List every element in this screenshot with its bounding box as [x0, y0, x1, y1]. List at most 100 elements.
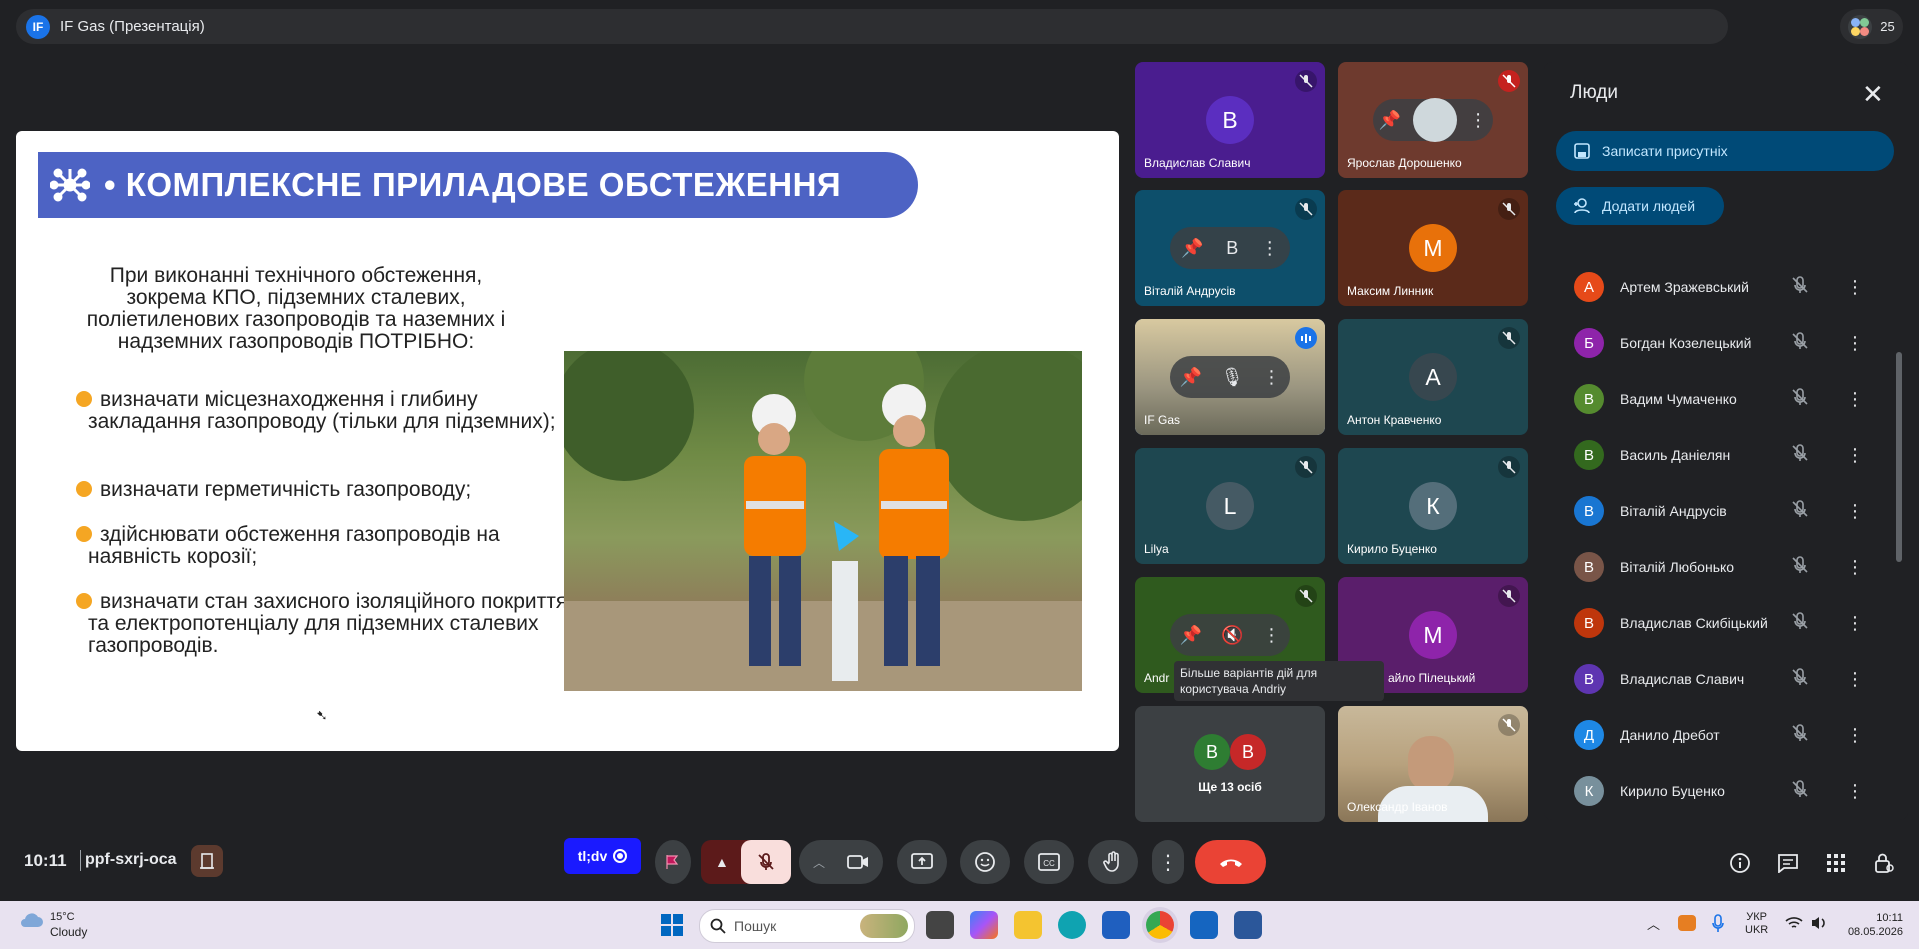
participant-tile[interactable]: 📌 ⋮ Ярослав Дорошенко [1338, 62, 1528, 178]
cloud-icon [21, 913, 43, 927]
pin-icon[interactable]: 📌 [1181, 238, 1203, 259]
windows-start-icon[interactable] [660, 913, 684, 937]
participant-row[interactable]: В Владислав Скибіцький ⋮ [1556, 595, 1896, 651]
more-options-icon[interactable]: ⋮ [1846, 781, 1864, 802]
host-lock-icon[interactable] [1871, 850, 1897, 876]
chat-icon[interactable] [1775, 850, 1801, 876]
chevron-up-icon[interactable]: ︿ [813, 854, 825, 871]
participant-row[interactable]: Д Данило Дребот ⋮ [1556, 707, 1896, 763]
task-view-icon[interactable] [926, 911, 954, 939]
reactions-button[interactable] [960, 840, 1010, 884]
system-clock[interactable]: 10:11 08.05.2026 [1841, 911, 1903, 939]
host-controls-icon[interactable] [191, 845, 223, 877]
participant-avatar: В [1230, 734, 1266, 770]
activities-icon[interactable] [1823, 850, 1849, 876]
pin-icon[interactable]: 📌 [1179, 367, 1201, 388]
chrome-browser-icon[interactable] [1146, 911, 1174, 939]
participant-row[interactable]: В Віталій Андрусів ⋮ [1556, 483, 1896, 539]
mic-off-icon[interactable] [1790, 275, 1810, 300]
keyboard-language[interactable]: УКР UKR [1745, 911, 1768, 937]
meeting-info-icon[interactable] [1727, 850, 1753, 876]
remote-desktop-icon[interactable] [1190, 911, 1218, 939]
participant-tile[interactable]: К Кирило Буценко [1338, 448, 1528, 564]
mic-off-icon[interactable] [1790, 779, 1810, 804]
close-icon[interactable]: ✕ [1862, 81, 1884, 107]
participant-row[interactable]: А Артем Зражевський ⋮ [1556, 259, 1896, 315]
people-list-scrollbar[interactable] [1896, 352, 1902, 562]
more-options-icon[interactable]: ⋮ [1263, 367, 1281, 388]
participant-row[interactable]: В Владислав Славич ⋮ [1556, 651, 1896, 707]
mic-icon[interactable]: 🎙 [1221, 367, 1244, 388]
tray-app-icon[interactable] [1678, 915, 1696, 931]
pin-icon[interactable]: 📌 [1379, 110, 1401, 131]
mic-off-icon[interactable] [1790, 555, 1810, 580]
participant-row[interactable]: В Вадим Чумаченко ⋮ [1556, 371, 1896, 427]
edge-browser-icon[interactable] [1058, 911, 1086, 939]
participants-button[interactable]: 25 [1840, 9, 1903, 44]
more-options-icon[interactable]: ⋮ [1846, 389, 1864, 410]
more-options-icon[interactable]: ⋮ [1846, 613, 1864, 634]
participant-tile[interactable]: Олександр Іванов [1338, 706, 1528, 822]
participant-photo-avatar [1413, 98, 1458, 142]
participant-tile-active-speaker[interactable]: 📌 🎙 ⋮ IF Gas [1135, 319, 1325, 435]
word-icon[interactable] [1234, 911, 1262, 939]
participant-row[interactable]: К Кирило Буценко ⋮ [1556, 763, 1896, 816]
more-options-icon[interactable]: ⋮ [1846, 333, 1864, 354]
more-options-icon[interactable]: ⋮ [1846, 445, 1864, 466]
camera-icon[interactable] [847, 854, 869, 870]
more-options-icon[interactable]: ⋮ [1262, 625, 1280, 646]
present-screen-button[interactable] [897, 840, 947, 884]
mic-off-icon [1498, 198, 1520, 220]
record-attendance-button[interactable]: Записати присутніх [1556, 131, 1894, 171]
mic-off-icon [1295, 70, 1317, 92]
more-options-icon[interactable]: ⋮ [1846, 557, 1864, 578]
mic-toggle-button[interactable] [741, 840, 791, 884]
volume-icon[interactable] [1810, 915, 1828, 931]
bullet-dot-icon [76, 481, 92, 497]
mic-off-icon[interactable] [1790, 387, 1810, 412]
captions-button[interactable]: CC [1024, 840, 1074, 884]
mic-off-icon[interactable]: 🔇 [1221, 625, 1243, 646]
pin-icon[interactable]: 📌 [1180, 625, 1202, 646]
participant-tile[interactable]: L Lilya [1135, 448, 1325, 564]
participant-tile[interactable]: А Антон Кравченко [1338, 319, 1528, 435]
participant-row[interactable]: В Віталій Любонько ⋮ [1556, 539, 1896, 595]
participant-tile[interactable]: М Максим Линник [1338, 190, 1528, 306]
more-options-button[interactable]: ⋮ [1152, 840, 1184, 884]
chevron-up-icon[interactable]: ▲ [715, 854, 729, 870]
microphone-tray-icon[interactable] [1711, 914, 1725, 934]
mic-off-icon[interactable] [1790, 499, 1810, 524]
participant-tile[interactable]: В Владислав Славич [1135, 62, 1325, 178]
file-explorer-icon[interactable] [1014, 911, 1042, 939]
mic-off-icon[interactable] [1790, 331, 1810, 356]
more-options-icon[interactable]: ⋮ [1846, 669, 1864, 690]
windows-taskbar [0, 901, 1919, 949]
mic-off-icon[interactable] [1790, 443, 1810, 468]
microsoft-store-icon[interactable] [1102, 911, 1130, 939]
tile-controls: 📌 🔇 ⋮ [1170, 614, 1290, 656]
mic-off-icon[interactable] [1790, 611, 1810, 636]
mic-off-icon[interactable] [1790, 723, 1810, 748]
wifi-icon[interactable] [1785, 916, 1803, 930]
more-options-icon[interactable]: ⋮ [1846, 501, 1864, 522]
more-options-icon[interactable]: ⋮ [1846, 725, 1864, 746]
show-hidden-icons-chevron-icon[interactable]: ︿ [1647, 914, 1660, 933]
taskbar-search[interactable]: Пошук [699, 909, 915, 943]
participant-row[interactable]: Б Богдан Козелецький ⋮ [1556, 315, 1896, 371]
tldv-extension-button[interactable]: tl;dv [564, 838, 641, 874]
weather-condition[interactable]: Cloudy [50, 925, 87, 939]
copilot-icon[interactable] [970, 911, 998, 939]
more-participants-tile[interactable]: В В Ще 13 осіб [1135, 706, 1325, 822]
add-people-button[interactable]: Додати людей [1556, 187, 1724, 225]
weather-temperature[interactable]: 15°C [50, 911, 75, 923]
more-options-icon[interactable]: ⋮ [1846, 277, 1864, 298]
more-options-icon[interactable]: ⋮ [1469, 110, 1487, 131]
leave-call-button[interactable] [1195, 840, 1266, 884]
raise-hand-button[interactable] [1088, 840, 1138, 884]
meeting-code[interactable]: ppf-sxrj-oca [85, 851, 177, 869]
mic-off-icon[interactable] [1790, 667, 1810, 692]
participant-tile[interactable]: 📌 В ⋮ Віталій Андрусів [1135, 190, 1325, 306]
participant-row[interactable]: В Василь Даніелян ⋮ [1556, 427, 1896, 483]
more-options-icon[interactable]: ⋮ [1261, 238, 1279, 259]
flag-extension-button[interactable] [655, 840, 691, 884]
